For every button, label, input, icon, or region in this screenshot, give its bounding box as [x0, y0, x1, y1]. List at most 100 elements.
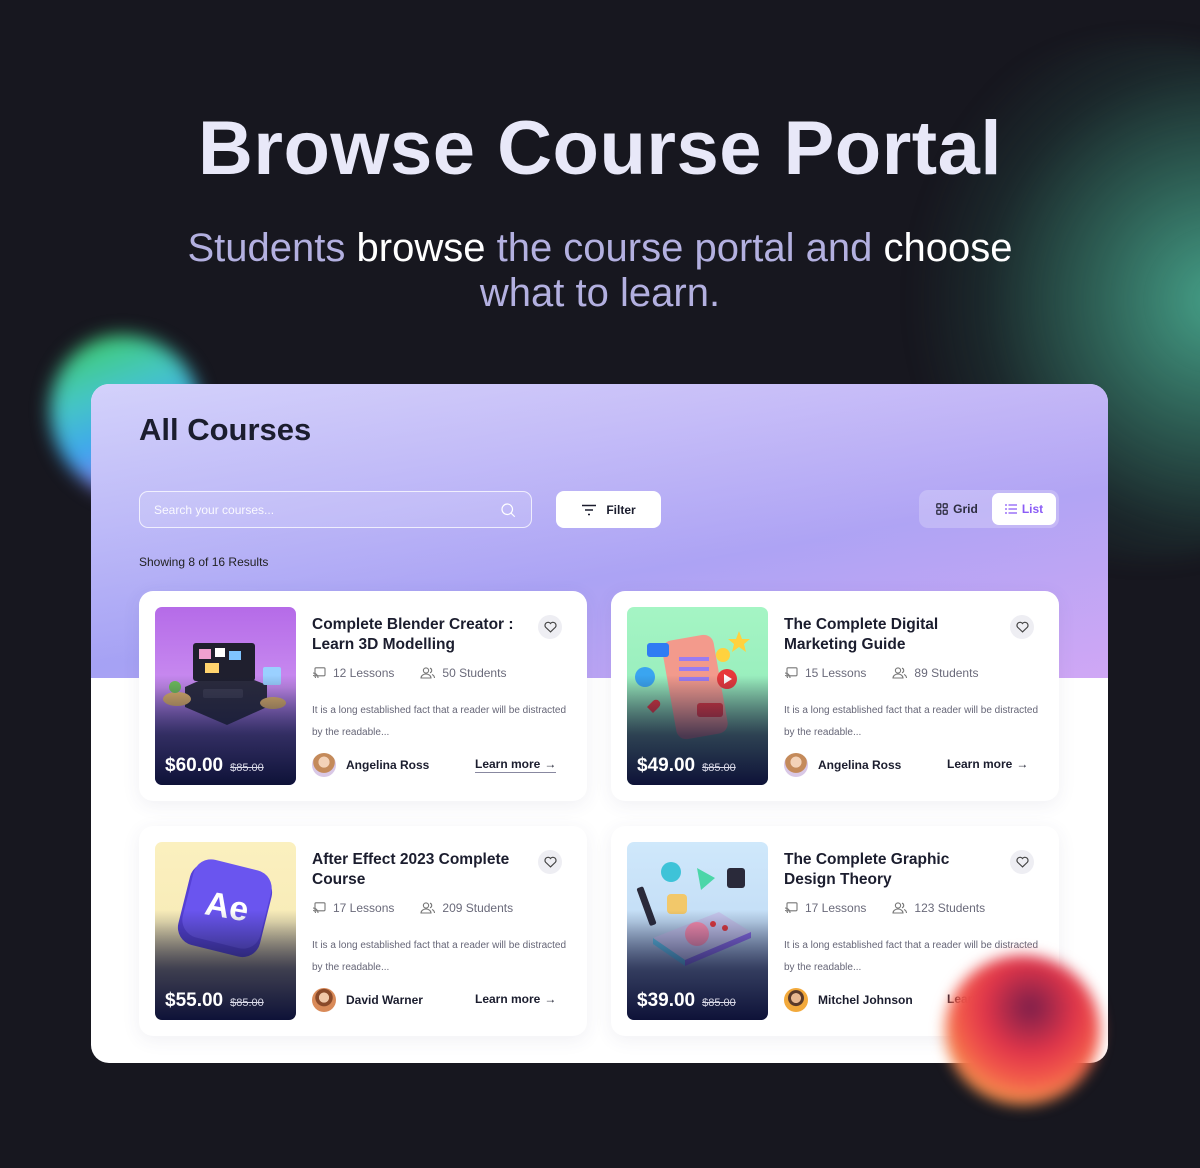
- hero-title: Browse Course Portal: [198, 106, 1002, 191]
- lessons-icon: [784, 667, 798, 679]
- heart-icon: [543, 856, 557, 868]
- learn-more-label: Learn more: [475, 992, 541, 1006]
- course-thumbnail[interactable]: Ae $55.00 $85.00: [155, 842, 296, 1020]
- lessons-label: 12 Lessons: [333, 666, 395, 680]
- view-toggle: Grid List: [919, 490, 1059, 528]
- current-price: $49.00: [637, 755, 696, 776]
- search-input[interactable]: [154, 502, 499, 517]
- lessons-count: 12 Lessons: [312, 666, 394, 680]
- instructor: David Warner: [312, 988, 423, 1012]
- course-description: It is a long established fact that a rea…: [312, 705, 567, 738]
- filter-label: Filter: [606, 502, 636, 517]
- course-title[interactable]: The Complete Digital Marketing Guide: [784, 615, 1004, 655]
- favorite-button[interactable]: [538, 615, 562, 639]
- students-icon: [892, 902, 908, 914]
- lessons-label: 15 Lessons: [805, 666, 867, 680]
- course-card[interactable]: $60.00 $85.00 Complete Blender Creator :…: [139, 591, 587, 801]
- instructor: Angelina Ross: [784, 753, 901, 777]
- course-meta: 17 Lessons 123 Students: [784, 901, 985, 915]
- lessons-count: 17 Lessons: [784, 901, 866, 915]
- learn-more-link[interactable]: Learn more→: [475, 757, 557, 773]
- avatar: [312, 988, 336, 1012]
- students-count: 89 Students: [892, 666, 978, 680]
- arrow-right-icon: →: [544, 757, 557, 771]
- instructor-name: Angelina Ross: [346, 758, 430, 772]
- subtitle-highlight: choose: [883, 226, 1013, 270]
- course-thumbnail[interactable]: $60.00 $85.00: [155, 607, 296, 785]
- avatar: [312, 753, 336, 777]
- favorite-button[interactable]: [538, 850, 562, 874]
- current-price: $55.00: [165, 990, 224, 1011]
- grid-label: Grid: [953, 502, 978, 516]
- list-icon: [1004, 504, 1017, 514]
- lessons-icon: [312, 902, 326, 914]
- students-icon: [420, 667, 436, 679]
- arrow-right-icon: →: [544, 992, 557, 1006]
- page-title: All Courses: [139, 412, 312, 447]
- students-icon: [420, 902, 436, 914]
- lessons-icon: [784, 902, 798, 914]
- original-price: $85.00: [702, 997, 736, 1009]
- original-price: $85.00: [702, 762, 736, 774]
- students-label: 50 Students: [442, 666, 507, 680]
- course-meta: 17 Lessons 209 Students: [312, 901, 513, 915]
- price: $55.00 $85.00: [165, 990, 264, 1012]
- course-thumbnail[interactable]: $49.00 $85.00: [627, 607, 768, 785]
- original-price: $85.00: [230, 997, 264, 1009]
- arrow-right-icon: →: [1016, 757, 1029, 771]
- avatar: [784, 988, 808, 1012]
- course-card[interactable]: Ae $55.00 $85.00 After Effect 2023 Compl…: [139, 826, 587, 1036]
- learn-more-label: Learn more: [475, 757, 541, 771]
- learn-more-link[interactable]: Learn more→: [475, 992, 556, 1006]
- decorative-blob-right: [945, 955, 1100, 1105]
- lessons-label: 17 Lessons: [805, 901, 867, 915]
- students-icon: [892, 667, 908, 679]
- students-count: 209 Students: [420, 901, 513, 915]
- hero-subtitle: Students browse the course portal and ch…: [150, 226, 1050, 316]
- subtitle-highlight: browse: [356, 226, 486, 270]
- course-card[interactable]: $49.00 $85.00 The Complete Digital Marke…: [611, 591, 1059, 801]
- course-description: It is a long established fact that a rea…: [312, 940, 567, 973]
- grid-icon: [936, 503, 949, 515]
- favorite-button[interactable]: [1010, 615, 1034, 639]
- list-label: List: [1021, 502, 1044, 516]
- subtitle-part: Students: [187, 226, 357, 270]
- students-count: 123 Students: [892, 901, 985, 915]
- course-description: It is a long established fact that a rea…: [784, 705, 1039, 738]
- course-title[interactable]: After Effect 2023 Complete Course: [312, 850, 532, 890]
- list-view-button[interactable]: List: [992, 493, 1056, 525]
- instructor-name: Mitchel Johnson: [818, 993, 913, 1007]
- students-label: 89 Students: [914, 666, 979, 680]
- course-title[interactable]: Complete Blender Creator : Learn 3D Mode…: [312, 615, 532, 655]
- price: $39.00 $85.00: [637, 990, 736, 1012]
- current-price: $39.00: [637, 990, 696, 1011]
- course-meta: 15 Lessons 89 Students: [784, 666, 978, 680]
- course-title[interactable]: The Complete Graphic Design Theory: [784, 850, 1004, 890]
- heart-icon: [543, 621, 557, 633]
- filter-icon: [582, 504, 597, 515]
- instructor-name: Angelina Ross: [818, 758, 902, 772]
- course-meta: 12 Lessons 50 Students: [312, 666, 506, 680]
- learn-more-link[interactable]: Learn more→: [947, 757, 1028, 771]
- grid-view-button[interactable]: Grid: [922, 493, 992, 525]
- course-thumbnail[interactable]: $39.00 $85.00: [627, 842, 768, 1020]
- heart-icon: [1015, 856, 1029, 868]
- subtitle-part: the course portal and: [485, 226, 884, 270]
- students-count: 50 Students: [420, 666, 506, 680]
- instructor: Angelina Ross: [312, 753, 429, 777]
- avatar: [784, 753, 808, 777]
- lessons-count: 15 Lessons: [784, 666, 866, 680]
- search-icon[interactable]: [499, 501, 517, 519]
- learn-more-label: Learn more: [947, 757, 1013, 771]
- instructor-name: David Warner: [346, 993, 423, 1007]
- heart-icon: [1015, 621, 1029, 633]
- filter-button[interactable]: Filter: [556, 491, 661, 528]
- subtitle-part: what to learn.: [479, 271, 721, 315]
- current-price: $60.00: [165, 755, 224, 776]
- results-count: Showing 8 of 16 Results: [139, 555, 269, 569]
- search-box[interactable]: [139, 491, 532, 528]
- students-label: 123 Students: [914, 901, 986, 915]
- favorite-button[interactable]: [1010, 850, 1034, 874]
- price: $60.00 $85.00: [165, 755, 264, 777]
- price: $49.00 $85.00: [637, 755, 736, 777]
